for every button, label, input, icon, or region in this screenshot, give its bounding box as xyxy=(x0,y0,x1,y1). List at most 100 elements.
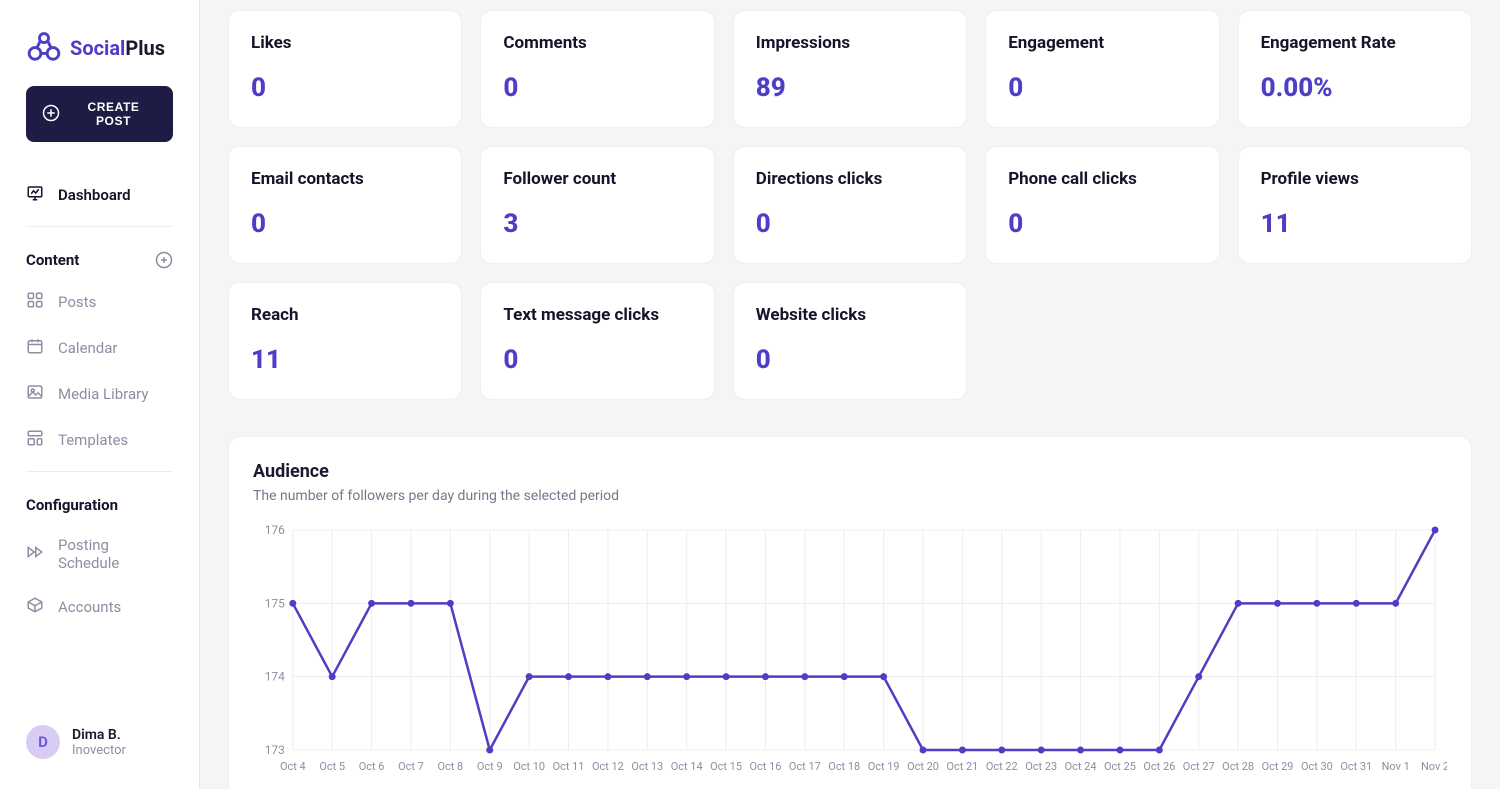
metric-label: Website clicks xyxy=(756,305,944,325)
svg-text:176: 176 xyxy=(265,523,285,537)
plus-circle-icon xyxy=(42,104,60,125)
calendar-icon xyxy=(26,337,44,359)
svg-text:175: 175 xyxy=(265,596,285,610)
metric-value: 0 xyxy=(756,345,944,375)
metric-label: Follower count xyxy=(503,169,691,189)
svg-text:Oct 11: Oct 11 xyxy=(553,760,585,773)
chart-title: Audience xyxy=(253,461,1447,482)
metric-value: 0.00% xyxy=(1261,73,1449,103)
metric-card[interactable]: Likes 0 xyxy=(228,10,462,128)
image-icon xyxy=(26,383,44,405)
chart-subtitle: The number of followers per day during t… xyxy=(253,488,1447,504)
metric-card[interactable]: Engagement 0 xyxy=(985,10,1219,128)
metric-card[interactable]: Impressions 89 xyxy=(733,10,967,128)
metric-label: Reach xyxy=(251,305,439,325)
metric-card[interactable]: Text message clicks0 xyxy=(480,282,714,400)
svg-text:Oct 20: Oct 20 xyxy=(907,760,939,773)
sidebar-item-calendar[interactable]: Calendar xyxy=(0,325,199,371)
audience-line-chart[interactable]: 176175174173Oct 4Oct 5Oct 6Oct 7Oct 8Oct… xyxy=(253,520,1447,780)
sidebar-item-posting-schedule[interactable]: Posting Schedule xyxy=(0,524,199,584)
metric-label: Directions clicks xyxy=(756,169,944,189)
svg-text:Oct 26: Oct 26 xyxy=(1143,760,1175,773)
metric-label: Profile views xyxy=(1261,169,1449,189)
sidebar-item-label: Accounts xyxy=(58,598,121,616)
svg-text:Oct 17: Oct 17 xyxy=(789,760,821,773)
cube-icon xyxy=(26,596,44,618)
svg-text:Oct 5: Oct 5 xyxy=(319,760,345,773)
fast-forward-icon xyxy=(26,543,44,565)
svg-text:Oct 30: Oct 30 xyxy=(1301,760,1333,773)
user-name: Dima B. xyxy=(72,727,126,743)
metric-card[interactable]: Phone call clicks0 xyxy=(985,146,1219,264)
metric-value: 0 xyxy=(756,209,944,239)
svg-text:Oct 12: Oct 12 xyxy=(592,760,624,773)
metric-value: 11 xyxy=(1261,209,1449,239)
sidebar: SocialPlus CREATE POST Dashboard Content… xyxy=(0,0,200,789)
metric-value: 89 xyxy=(756,73,944,103)
svg-text:Oct 10: Oct 10 xyxy=(513,760,545,773)
sidebar-item-label: Templates xyxy=(58,431,128,449)
brand-logo[interactable]: SocialPlus xyxy=(0,20,199,86)
svg-text:Oct 22: Oct 22 xyxy=(986,760,1018,773)
svg-text:Oct 18: Oct 18 xyxy=(828,760,860,773)
metric-card[interactable]: Comments0 xyxy=(480,10,714,128)
svg-text:Oct 21: Oct 21 xyxy=(946,760,978,773)
svg-text:Oct 19: Oct 19 xyxy=(868,760,900,773)
metrics-grid: Likes0Comments0Impressions89Engagement0E… xyxy=(200,0,1500,400)
sidebar-item-templates[interactable]: Templates xyxy=(0,417,199,463)
metric-card[interactable]: Reach11 xyxy=(228,282,462,400)
svg-text:Oct 14: Oct 14 xyxy=(671,760,703,773)
section-title: Content xyxy=(26,251,79,269)
metric-value: 0 xyxy=(251,73,439,103)
metric-card[interactable]: Profile views 11 xyxy=(1238,146,1472,264)
metric-label: Phone call clicks xyxy=(1008,169,1196,189)
metric-card[interactable]: Engagement Rate 0.00% xyxy=(1238,10,1472,128)
metric-label: Likes xyxy=(251,33,439,53)
svg-text:Oct 8: Oct 8 xyxy=(438,760,464,773)
create-post-button[interactable]: CREATE POST xyxy=(26,86,173,142)
svg-text:Oct 13: Oct 13 xyxy=(631,760,663,773)
sidebar-item-label: Posts xyxy=(58,293,96,311)
main-content: Likes0Comments0Impressions89Engagement0E… xyxy=(200,0,1500,789)
svg-text:Oct 6: Oct 6 xyxy=(359,760,385,773)
svg-text:Oct 15: Oct 15 xyxy=(710,760,742,773)
metric-label: Engagement Rate xyxy=(1261,33,1449,53)
metric-value: 3 xyxy=(503,209,691,239)
metric-card[interactable]: Follower count 3 xyxy=(480,146,714,264)
avatar: D xyxy=(26,725,60,759)
svg-text:Oct 27: Oct 27 xyxy=(1183,760,1215,773)
metric-label: Engagement xyxy=(1008,33,1196,53)
svg-text:Oct 31: Oct 31 xyxy=(1340,760,1372,773)
sidebar-item-label: Posting Schedule xyxy=(58,536,173,572)
grid-icon xyxy=(26,291,44,313)
svg-text:174: 174 xyxy=(265,670,285,684)
svg-text:Oct 16: Oct 16 xyxy=(750,760,782,773)
metric-card[interactable]: Email contacts0 xyxy=(228,146,462,264)
svg-text:Oct 29: Oct 29 xyxy=(1262,760,1294,773)
metric-card[interactable]: Directions clicks 0 xyxy=(733,146,967,264)
metric-label: Email contacts xyxy=(251,169,439,189)
sidebar-item-label: Dashboard xyxy=(58,186,131,204)
svg-text:173: 173 xyxy=(265,743,285,757)
sidebar-item-label: Media Library xyxy=(58,385,148,403)
svg-text:Oct 9: Oct 9 xyxy=(477,760,503,773)
create-post-label: CREATE POST xyxy=(70,100,157,128)
user-profile[interactable]: D Dima B. Inovector xyxy=(0,725,199,769)
svg-text:Nov 2: Nov 2 xyxy=(1421,760,1447,773)
metric-value: 0 xyxy=(503,73,691,103)
metric-card[interactable]: Website clicks 0 xyxy=(733,282,967,400)
sidebar-item-dashboard[interactable]: Dashboard xyxy=(0,172,199,218)
metric-label: Text message clicks xyxy=(503,305,691,325)
svg-text:Nov 1: Nov 1 xyxy=(1382,760,1410,773)
configuration-section-header: Configuration xyxy=(0,480,199,524)
layout-icon xyxy=(26,429,44,451)
svg-text:Oct 28: Oct 28 xyxy=(1222,760,1254,773)
metric-label: Impressions xyxy=(756,33,944,53)
sidebar-item-posts[interactable]: Posts xyxy=(0,279,199,325)
sidebar-item-media-library[interactable]: Media Library xyxy=(0,371,199,417)
audience-chart-card: Audience The number of followers per day… xyxy=(228,436,1472,789)
metric-value: 0 xyxy=(1008,73,1196,103)
svg-text:Oct 24: Oct 24 xyxy=(1065,760,1097,773)
sidebar-item-accounts[interactable]: Accounts xyxy=(0,584,199,630)
plus-circle-icon[interactable] xyxy=(155,251,173,269)
